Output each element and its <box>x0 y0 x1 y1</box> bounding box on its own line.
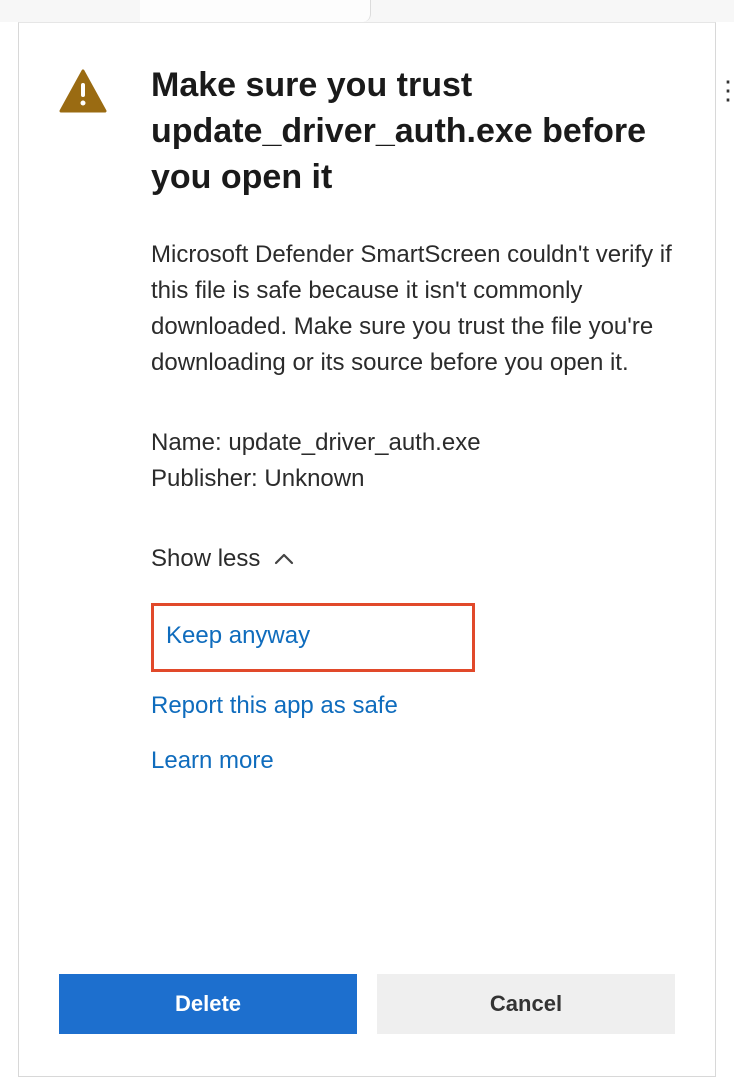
name-value: update_driver_auth.exe <box>228 429 480 456</box>
dialog-title: Make sure you trust update_driver_auth.e… <box>151 63 675 201</box>
keep-anyway-highlight: Keep anyway <box>151 603 475 672</box>
publisher-value: Unknown <box>264 465 364 492</box>
dialog-body: Microsoft Defender SmartScreen couldn't … <box>151 237 675 381</box>
show-less-toggle[interactable]: Show less <box>151 545 294 573</box>
cancel-button[interactable]: Cancel <box>377 974 675 1034</box>
report-safe-link[interactable]: Report this app as safe <box>151 690 398 721</box>
file-metadata: Name: update_driver_auth.exe Publisher: … <box>151 425 675 497</box>
toggle-label: Show less <box>151 545 260 573</box>
warning-icon <box>59 100 107 117</box>
browser-chrome-fragment <box>0 0 734 22</box>
publisher-label: Publisher: <box>151 465 264 492</box>
name-label: Name: <box>151 429 228 456</box>
learn-more-link[interactable]: Learn more <box>151 745 274 776</box>
delete-button[interactable]: Delete <box>59 974 357 1034</box>
keep-anyway-link[interactable]: Keep anyway <box>166 620 310 651</box>
more-actions-icon[interactable]: ⋮ <box>726 76 734 104</box>
chevron-up-icon <box>274 553 294 565</box>
smartscreen-warning-dialog: Make sure you trust update_driver_auth.e… <box>18 22 716 1077</box>
